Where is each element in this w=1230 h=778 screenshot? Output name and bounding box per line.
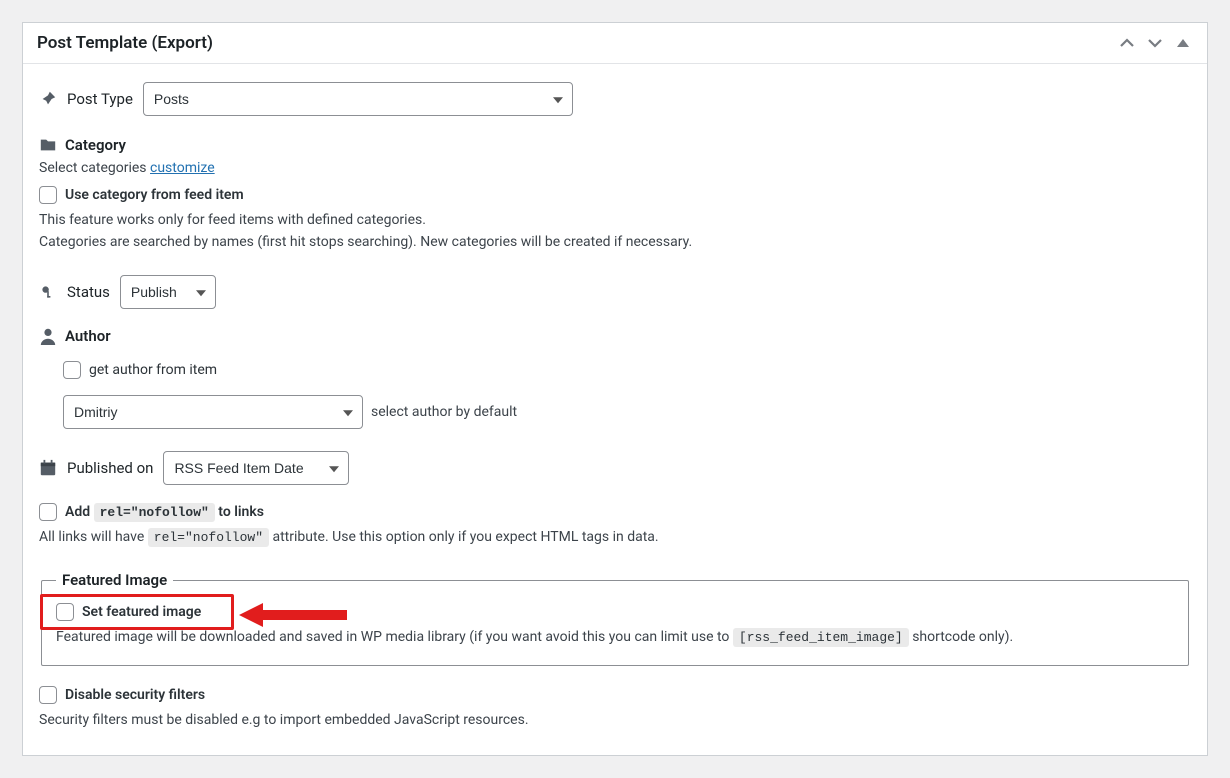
post-type-row: Post Type Posts bbox=[39, 82, 1191, 116]
post-template-panel: Post Template (Export) Post Type Posts bbox=[22, 22, 1208, 756]
folder-icon bbox=[39, 136, 57, 154]
status-select[interactable]: Publish bbox=[120, 275, 216, 309]
select-categories-text: Select categories bbox=[39, 160, 150, 176]
status-label: Status bbox=[67, 283, 110, 301]
category-help-1: This feature works only for feed items w… bbox=[39, 210, 1191, 232]
set-featured-image-checkbox[interactable] bbox=[56, 603, 74, 621]
disable-security-label: Disable security filters bbox=[65, 687, 205, 703]
user-icon bbox=[39, 327, 57, 345]
pin-icon bbox=[39, 90, 57, 108]
category-help-2: Categories are searched by names (first … bbox=[39, 232, 1191, 254]
use-category-from-feed-checkbox[interactable] bbox=[39, 186, 57, 204]
get-author-from-item-row: get author from item bbox=[63, 361, 1191, 379]
post-type-label: Post Type bbox=[67, 90, 133, 108]
panel-body: Post Type Posts Category Select categori… bbox=[23, 64, 1207, 755]
nofollow-row: Add rel="nofollow" to links bbox=[39, 503, 1191, 521]
published-on-label: Published on bbox=[67, 459, 153, 477]
featured-image-help: Featured image will be downloaded and sa… bbox=[56, 627, 1174, 649]
author-heading: Author bbox=[65, 327, 111, 345]
select-author-default-label: select author by default bbox=[371, 404, 517, 420]
move-up-icon[interactable] bbox=[1173, 33, 1193, 53]
category-heading: Category bbox=[65, 136, 126, 154]
set-featured-image-row: Set featured image bbox=[56, 603, 1174, 621]
nofollow-checkbox[interactable] bbox=[39, 503, 57, 521]
set-featured-image-label: Set featured image bbox=[82, 604, 201, 620]
nofollow-help: All links will have rel="nofollow" attri… bbox=[39, 527, 1191, 549]
expand-down-icon[interactable] bbox=[1145, 33, 1165, 53]
customize-link[interactable]: customize bbox=[150, 160, 215, 176]
category-heading-row: Category bbox=[39, 136, 1191, 154]
panel-header: Post Template (Export) bbox=[23, 23, 1207, 64]
featured-image-legend: Featured Image bbox=[56, 571, 173, 589]
featured-image-fieldset: Featured Image Set featured image Featur… bbox=[41, 571, 1189, 666]
panel-actions bbox=[1117, 33, 1193, 53]
featured-image-code: [rss_feed_item_image] bbox=[733, 628, 909, 647]
published-on-select[interactable]: RSS Feed Item Date bbox=[163, 451, 349, 485]
get-author-from-item-label: get author from item bbox=[89, 362, 217, 378]
use-category-from-feed-row: Use category from feed item bbox=[39, 186, 1191, 204]
key-icon bbox=[39, 283, 57, 301]
calendar-icon bbox=[39, 459, 57, 477]
panel-title: Post Template (Export) bbox=[37, 33, 213, 53]
author-select[interactable]: Dmitriy bbox=[63, 395, 363, 429]
nofollow-help-code: rel="nofollow" bbox=[148, 528, 269, 547]
disable-security-help: Security filters must be disabled e.g to… bbox=[39, 710, 1191, 732]
disable-security-checkbox[interactable] bbox=[39, 686, 57, 704]
status-row: Status Publish bbox=[39, 275, 1191, 309]
collapse-up-icon[interactable] bbox=[1117, 33, 1137, 53]
featured-image-wrap: Featured Image Set featured image Featur… bbox=[39, 571, 1191, 666]
disable-security-row: Disable security filters bbox=[39, 686, 1191, 704]
nofollow-label: Add rel="nofollow" to links bbox=[65, 504, 264, 520]
author-heading-row: Author bbox=[39, 327, 1191, 345]
post-type-select[interactable]: Posts bbox=[143, 82, 573, 116]
author-select-row: Dmitriy select author by default bbox=[63, 395, 1191, 429]
published-on-row: Published on RSS Feed Item Date bbox=[39, 451, 1191, 485]
get-author-from-item-checkbox[interactable] bbox=[63, 361, 81, 379]
use-category-from-feed-label: Use category from feed item bbox=[65, 187, 244, 203]
nofollow-code: rel="nofollow" bbox=[94, 503, 215, 522]
category-select-row: Select categories customize bbox=[39, 160, 1191, 176]
